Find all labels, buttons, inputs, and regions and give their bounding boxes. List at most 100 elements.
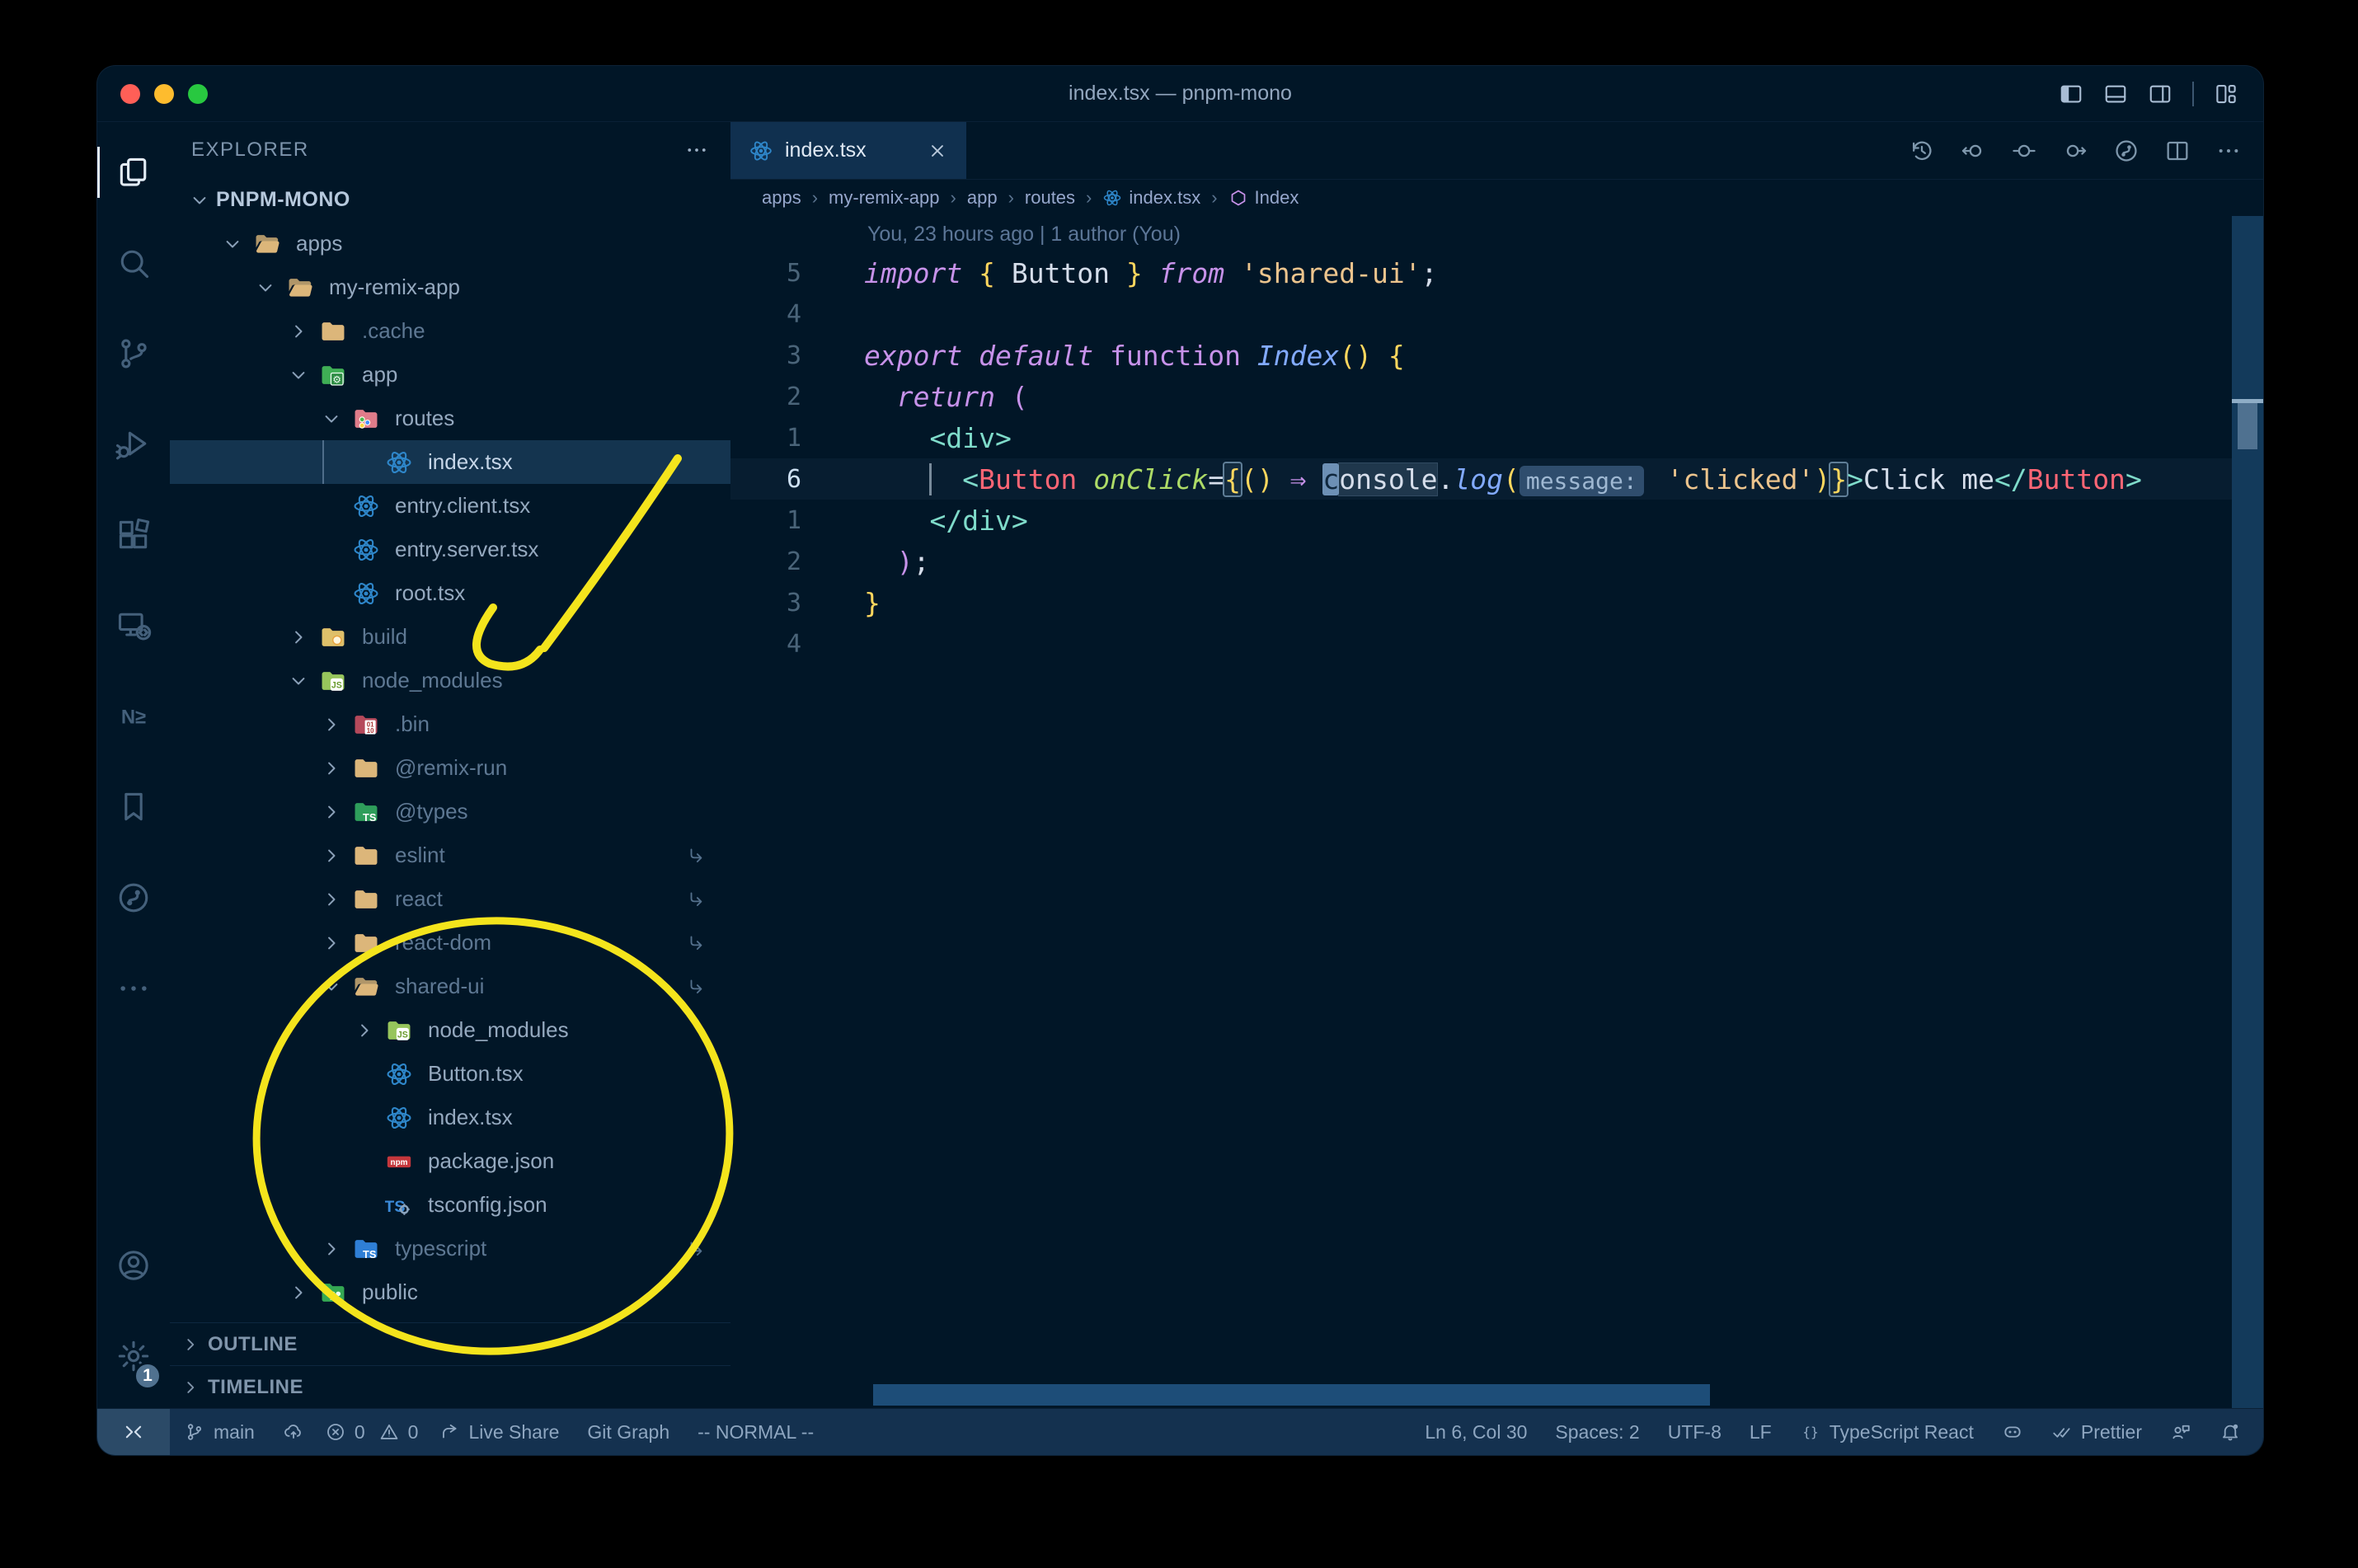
code-line-4[interactable]: 4	[730, 623, 2263, 664]
code-line-6[interactable]: 6 <Button onClick={() ⇒ console.log(mess…	[730, 458, 2263, 500]
traffic-light-minimize[interactable]	[154, 83, 174, 104]
activitybar-nx-console-icon[interactable]: N≥	[97, 671, 170, 762]
tree-item-react-dom[interactable]: react-dom	[170, 921, 730, 965]
chevron-right-icon[interactable]	[315, 1237, 348, 1261]
editor-action-split-editor-icon[interactable]	[2164, 138, 2191, 164]
sidebar-section-outline[interactable]: OUTLINE	[170, 1322, 730, 1365]
editor-action-previous-change-icon[interactable]	[1960, 138, 1986, 164]
tree-item-node-modules[interactable]: JS node_modules	[170, 659, 730, 702]
code-line-4[interactable]: 4	[730, 293, 2263, 335]
tree-item-apps[interactable]: apps	[170, 222, 730, 265]
explorer-more-icon[interactable]	[684, 138, 709, 162]
vertical-scrollbar[interactable]	[2232, 216, 2263, 1408]
close-icon[interactable]	[927, 140, 948, 162]
statusbar-encoding[interactable]: UTF-8	[1654, 1409, 1736, 1455]
tree-item-pnpm-mono[interactable]: PNPM-MONO	[170, 178, 730, 222]
editor-action-timeline-icon[interactable]	[1909, 138, 1935, 164]
horizontal-scrollbar-thumb[interactable]	[873, 1384, 1710, 1406]
editor-action-open-changes-icon[interactable]	[2011, 138, 2037, 164]
tree-item--cache[interactable]: .cache	[170, 309, 730, 353]
tree-item-routes[interactable]: routes	[170, 397, 730, 440]
tree-item-package-json[interactable]: npm package.json	[170, 1139, 730, 1183]
tree-item-entry-client-tsx[interactable]: entry.client.tsx	[170, 484, 730, 528]
chevron-right-icon[interactable]	[282, 1281, 315, 1304]
activitybar-account-icon[interactable]	[97, 1220, 170, 1311]
activitybar-more-icon[interactable]	[97, 943, 170, 1034]
tab-index-tsx[interactable]: index.tsx	[730, 122, 966, 179]
tree-item--bin[interactable]: 01 10 .bin	[170, 702, 730, 746]
statusbar-language-mode[interactable]: {} TypeScript React	[1786, 1409, 1988, 1455]
statusbar-cursor-position[interactable]: Ln 6, Col 30	[1411, 1409, 1541, 1455]
tree-item--remix-run[interactable]: @remix-run	[170, 746, 730, 790]
activitybar-source-control-icon[interactable]	[97, 308, 170, 399]
activitybar-settings-icon[interactable]: 1	[97, 1311, 170, 1401]
chevron-right-icon[interactable]	[315, 844, 348, 867]
activitybar-extensions-icon[interactable]	[97, 490, 170, 580]
statusbar-warnings[interactable]: 0	[372, 1409, 425, 1455]
tree-item-tsconfig-json[interactable]: TS tsconfig.json	[170, 1183, 730, 1227]
chevron-right-icon[interactable]	[282, 626, 315, 649]
chevron-right-icon[interactable]	[315, 713, 348, 736]
tree-item-index-tsx[interactable]: index.tsx	[170, 1096, 730, 1139]
activitybar-explorer-icon[interactable]	[97, 127, 170, 218]
traffic-light-zoom[interactable]	[188, 83, 208, 104]
code-line-2[interactable]: 2 return (	[730, 376, 2263, 417]
chevron-right-icon[interactable]	[282, 320, 315, 343]
statusbar-vim-mode[interactable]: -- NORMAL --	[683, 1409, 828, 1455]
code-line-1[interactable]: 1 </div>	[730, 500, 2263, 541]
code-line-2[interactable]: 2 );	[730, 541, 2263, 582]
layout-panel-icon[interactable]	[2103, 82, 2128, 106]
breadcrumb-item-app[interactable]: app	[967, 187, 998, 209]
activitybar-git-graph-icon[interactable]	[97, 852, 170, 943]
sidebar-section-timeline[interactable]: TIMELINE	[170, 1365, 730, 1408]
statusbar-prettier[interactable]: Prettier	[2037, 1409, 2156, 1455]
chevron-down-icon[interactable]	[315, 975, 348, 998]
tree-item-app[interactable]: ⚙ app	[170, 353, 730, 397]
code-line-5[interactable]: 5 import { Button } from 'shared-ui';	[730, 252, 2263, 293]
activitybar-search-icon[interactable]	[97, 218, 170, 308]
tree-item-build[interactable]: build	[170, 615, 730, 659]
tree-item-node-modules[interactable]: JS node_modules	[170, 1008, 730, 1052]
layout-sidebar-right-icon[interactable]	[2148, 82, 2172, 106]
statusbar-copilot[interactable]	[1988, 1409, 2037, 1455]
layout-customize-icon[interactable]	[2214, 82, 2238, 106]
editor-action-more-actions-icon[interactable]	[2215, 138, 2242, 164]
chevron-down-icon[interactable]	[282, 364, 315, 387]
tree-item-root-tsx[interactable]: root.tsx	[170, 571, 730, 615]
breadcrumb-item-index[interactable]: Index	[1228, 187, 1299, 209]
code-editor[interactable]: You, 23 hours ago | 1 author (You) 5 impo…	[730, 216, 2263, 1408]
tree-item-my-remix-app[interactable]: my-remix-app	[170, 265, 730, 309]
editor-action-git-graph-icon[interactable]	[2113, 138, 2140, 164]
activitybar-bookmarks-icon[interactable]	[97, 762, 170, 852]
layout-sidebar-left-icon[interactable]	[2059, 82, 2083, 106]
breadcrumb-item-index-tsx[interactable]: index.tsx	[1102, 187, 1200, 209]
chevron-right-icon[interactable]	[315, 757, 348, 780]
vertical-scrollbar-thumb[interactable]	[2238, 403, 2257, 449]
chevron-down-icon[interactable]	[282, 669, 315, 692]
traffic-light-close[interactable]	[120, 83, 140, 104]
editor-action-next-change-icon[interactable]	[2062, 138, 2088, 164]
code-line-3[interactable]: 3}	[730, 582, 2263, 623]
statusbar-eol[interactable]: LF	[1736, 1409, 1786, 1455]
chevron-right-icon[interactable]	[315, 932, 348, 955]
statusbar-sync[interactable]	[269, 1409, 318, 1455]
chevron-right-icon[interactable]	[348, 1019, 381, 1042]
tree-item-typescript[interactable]: TS typescript	[170, 1227, 730, 1270]
statusbar-indentation[interactable]: Spaces: 2	[1541, 1409, 1653, 1455]
chevron-down-icon[interactable]	[249, 276, 282, 299]
remote-indicator[interactable]	[97, 1409, 170, 1455]
statusbar-feedback[interactable]	[2156, 1409, 2205, 1455]
tree-item-shared-ui[interactable]: shared-ui	[170, 965, 730, 1008]
tree-item-public[interactable]: public	[170, 1270, 730, 1314]
code-line-1[interactable]: 1 <div>	[730, 417, 2263, 458]
statusbar-notifications[interactable]	[2205, 1409, 2255, 1455]
tree-item-button-tsx[interactable]: Button.tsx	[170, 1052, 730, 1096]
statusbar-git-graph[interactable]: Git Graph	[573, 1409, 683, 1455]
breadcrumb-item-my-remix-app[interactable]: my-remix-app	[829, 187, 939, 209]
tree-item--types[interactable]: TS @types	[170, 790, 730, 833]
statusbar-live-share[interactable]: Live Share	[425, 1409, 573, 1455]
tree-item-entry-server-tsx[interactable]: entry.server.tsx	[170, 528, 730, 571]
breadcrumb-item-apps[interactable]: apps	[762, 187, 801, 209]
chevron-down-icon[interactable]	[183, 189, 216, 212]
tree-item-index-tsx[interactable]: index.tsx	[170, 440, 730, 484]
